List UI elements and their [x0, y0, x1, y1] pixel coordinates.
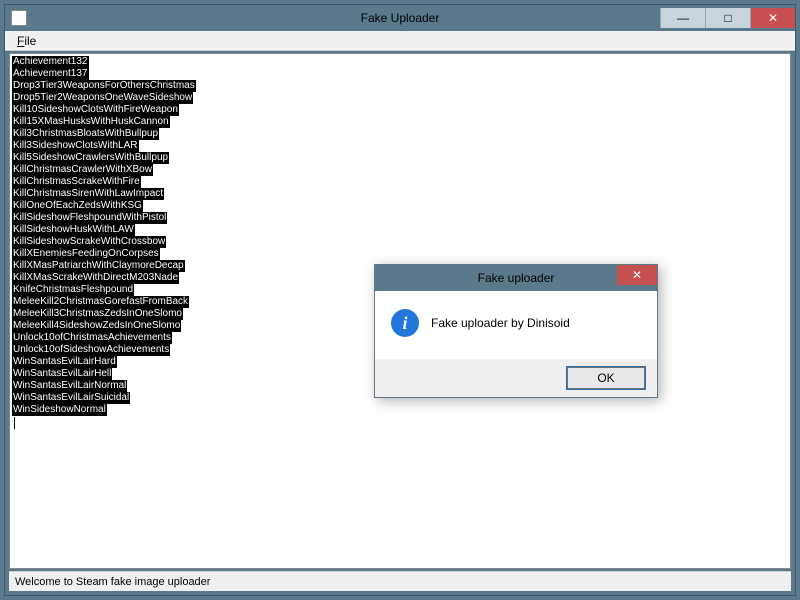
- ok-button[interactable]: OK: [567, 367, 645, 389]
- achievement-item[interactable]: KillXEnemiesFeedingOnCorpses: [12, 248, 160, 260]
- achievement-item[interactable]: WinSantasEvilLairHell: [12, 368, 112, 380]
- achievement-item[interactable]: KillChristmasCrawlerWithXBow: [12, 164, 153, 176]
- dialog-message: Fake uploader by Dinisoid: [431, 316, 570, 330]
- achievement-item[interactable]: MeleeKill3ChristmasZedsInOneSlomo: [12, 308, 183, 320]
- achievement-item[interactable]: KillSideshowScrakeWithCrossbow: [12, 236, 166, 248]
- achievement-item[interactable]: KillSideshowHuskWithLAW: [12, 224, 135, 236]
- achievement-item[interactable]: KillOneOfEachZedsWithKSG: [12, 200, 143, 212]
- achievement-item[interactable]: KnifeChristmasFleshpound: [12, 284, 134, 296]
- achievement-item[interactable]: WinSantasEvilLairNormal: [12, 380, 127, 392]
- achievement-item[interactable]: Kill10SideshowClotsWithFireWeapon: [12, 104, 179, 116]
- achievement-item[interactable]: Unlock10ofChristmasAchievements: [12, 332, 172, 344]
- achievement-item[interactable]: WinSideshowNormal: [12, 404, 107, 416]
- achievement-item[interactable]: Kill3SideshowClotsWithLAR: [12, 140, 139, 152]
- achievement-item[interactable]: WinSantasEvilLairHard: [12, 356, 117, 368]
- achievement-item[interactable]: WinSantasEvilLairSuicidal: [12, 392, 130, 404]
- achievement-item[interactable]: Kill15XMasHusksWithHuskCannon: [12, 116, 170, 128]
- titlebar[interactable]: Fake Uploader — □ ✕: [5, 5, 795, 31]
- maximize-button[interactable]: □: [705, 8, 750, 28]
- achievement-item[interactable]: KillXMasPatriarchWithClaymoreDecap: [12, 260, 185, 272]
- minimize-button[interactable]: —: [660, 8, 705, 28]
- achievement-item[interactable]: KillXMasScrakeWithDirectM203Nade: [12, 272, 179, 284]
- window-controls: — □ ✕: [660, 8, 795, 28]
- dialog-footer: OK: [375, 359, 657, 397]
- achievement-item[interactable]: Kill3ChristmasBloatsWithBullpup: [12, 128, 159, 140]
- dialog-title: Fake uploader: [375, 271, 657, 285]
- achievement-item[interactable]: KillChristmasScrakeWithFire: [12, 176, 141, 188]
- achievement-item[interactable]: MeleeKill2ChristmasGorefastFromBack: [12, 296, 189, 308]
- info-icon: i: [391, 309, 419, 337]
- statusbar: Welcome to Steam fake image uploader: [9, 571, 791, 591]
- menubar: File: [5, 31, 795, 51]
- achievement-item[interactable]: Achievement132: [12, 56, 89, 68]
- text-cursor: [14, 417, 15, 429]
- achievement-item[interactable]: Drop3Tier3WeaponsForOthersChristmas: [12, 80, 196, 92]
- achievement-item[interactable]: MeleeKill4SideshowZedsInOneSlomo: [12, 320, 181, 332]
- dialog-titlebar[interactable]: Fake uploader ✕: [375, 265, 657, 291]
- dialog-body: i Fake uploader by Dinisoid: [375, 291, 657, 359]
- achievement-item[interactable]: Kill5SideshowCrawlersWithBullpup: [12, 152, 169, 164]
- achievement-item[interactable]: KillSideshowFleshpoundWithPistol: [12, 212, 167, 224]
- status-text: Welcome to Steam fake image uploader: [15, 576, 210, 588]
- menu-file[interactable]: File: [9, 32, 44, 50]
- achievement-item[interactable]: Unlock10ofSideshowAchievements: [12, 344, 170, 356]
- menu-file-rest: ile: [24, 34, 36, 48]
- achievement-item[interactable]: Achievement137: [12, 68, 89, 80]
- close-button[interactable]: ✕: [750, 8, 795, 28]
- app-icon: [11, 10, 27, 26]
- achievement-item[interactable]: Drop5Tier2WeaponsOneWaveSideshow: [12, 92, 193, 104]
- info-dialog: Fake uploader ✕ i Fake uploader by Dinis…: [374, 264, 658, 398]
- achievement-item[interactable]: KillChristmasSirenWithLawImpact: [12, 188, 164, 200]
